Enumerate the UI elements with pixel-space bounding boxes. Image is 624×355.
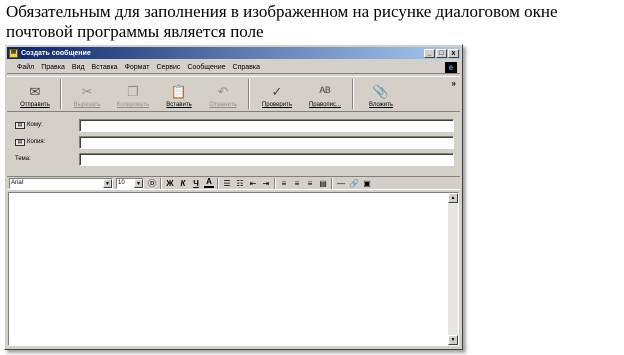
copy-icon: ❐ <box>127 84 139 99</box>
underline-button[interactable]: Ч <box>191 179 201 188</box>
send-icon: ✉ <box>29 84 41 99</box>
message-body[interactable]: ▲ ▼ <box>8 192 459 346</box>
spelling-label: Правопис... <box>308 102 342 108</box>
insert-picture-icon[interactable]: ▣ <box>362 179 372 188</box>
format-separator <box>217 177 219 189</box>
copy-label: Копировать <box>116 102 150 108</box>
paste-icon: 📋 <box>170 84 188 99</box>
cut-icon: ✂ <box>81 84 93 99</box>
toolbar: ✉ Отправить ✂ Вырезать ❐ Копировать 📋 Вс… <box>7 76 460 112</box>
font-value: Arial <box>11 180 24 186</box>
font-color-button[interactable]: А <box>204 178 214 188</box>
menu-view[interactable]: Вид <box>72 64 85 71</box>
header-fields: ▤ Кому: ▤ Копия: Тема: <box>15 118 454 169</box>
menu-tools[interactable]: Сервис <box>156 64 180 71</box>
font-select[interactable]: Arial ▼ <box>9 177 113 189</box>
menu-edit[interactable]: Правка <box>41 64 65 71</box>
check-names-label: Проверить <box>261 102 292 108</box>
undo-icon: ↶ <box>217 84 229 99</box>
spelling-icon: ᴬᴮ <box>319 84 331 99</box>
toolbar-separator <box>248 79 250 109</box>
align-right-icon[interactable]: ≡ <box>305 179 315 188</box>
spelling-button[interactable]: ᴬᴮ Правопис... <box>301 77 349 111</box>
address-book-icon: ▤ <box>15 121 25 129</box>
close-button[interactable]: x <box>448 48 459 58</box>
cc-row: ▤ Копия: <box>15 135 454 149</box>
increase-indent-icon[interactable]: ⇥ <box>261 179 271 188</box>
numbered-list-icon[interactable]: ☰ <box>222 179 232 188</box>
address-book-icon: ▤ <box>15 138 25 146</box>
vertical-scrollbar[interactable]: ▲ ▼ <box>448 193 458 345</box>
cc-field[interactable] <box>79 135 454 149</box>
style-icon[interactable]: Ⓓ <box>147 178 157 189</box>
attach-button[interactable]: 📎 Вложить <box>357 77 405 111</box>
hyperlink-icon[interactable]: 🔗 <box>349 179 359 188</box>
menu-format[interactable]: Формат <box>125 64 150 71</box>
minimize-button[interactable]: _ <box>424 48 435 58</box>
send-label: Отправить <box>20 102 50 108</box>
compose-window: ✉ Создать сообщение _ □ x Файл Правка Ви… <box>4 44 463 350</box>
to-address-book-button[interactable]: ▤ Кому: <box>15 121 79 129</box>
menu-message[interactable]: Сообщение <box>187 64 225 71</box>
subject-field[interactable] <box>79 152 454 166</box>
to-field[interactable] <box>79 118 454 132</box>
format-separator <box>274 177 276 189</box>
cc-label: Копия: <box>27 139 46 145</box>
to-row: ▤ Кому: <box>15 118 454 132</box>
cut-label: Вырезать <box>73 102 101 108</box>
menu-help[interactable]: Справка <box>233 64 260 71</box>
question-text: Обязательным для заполнения в изображенн… <box>6 2 558 41</box>
bullet-list-icon[interactable]: ☷ <box>235 179 245 188</box>
subject-row: Тема: <box>15 152 454 166</box>
undo-label: Отменить <box>209 102 237 108</box>
font-size-select[interactable]: 10 ▼ <box>116 177 144 189</box>
undo-button[interactable]: ↶ Отменить <box>201 77 245 111</box>
attach-label: Вложить <box>368 102 394 108</box>
menu-insert[interactable]: Вставка <box>92 64 118 71</box>
chevron-down-icon[interactable]: ▼ <box>134 178 143 188</box>
cut-button[interactable]: ✂ Вырезать <box>65 77 109 111</box>
toolbar-separator <box>352 79 354 109</box>
bold-button[interactable]: Ж <box>165 179 175 188</box>
maximize-button[interactable]: □ <box>436 48 447 58</box>
check-names-icon: ✓ <box>271 84 283 99</box>
justify-icon[interactable]: ▤ <box>318 179 328 188</box>
windows-logo-icon: e <box>445 62 457 73</box>
copy-button[interactable]: ❐ Копировать <box>109 77 157 111</box>
chevron-down-icon[interactable]: ▼ <box>103 178 112 188</box>
subject-label-wrap: Тема: <box>15 156 79 162</box>
align-left-icon[interactable]: ≡ <box>279 179 289 188</box>
menu-bar: Файл Правка Вид Вставка Формат Сервис Со… <box>7 61 460 74</box>
attach-icon: 📎 <box>372 84 390 99</box>
subject-label: Тема: <box>15 156 31 162</box>
to-label: Кому: <box>27 122 43 128</box>
toolbar-separator <box>60 79 62 109</box>
scroll-down-icon[interactable]: ▼ <box>448 335 458 345</box>
menu-file[interactable]: Файл <box>17 64 34 71</box>
title-bar: ✉ Создать сообщение _ □ x <box>7 47 460 59</box>
formatting-toolbar: Arial ▼ 10 ▼ Ⓓ Ж К Ч А ☰ ☷ ⇤ ⇥ ≡ ≡ ≡ ▤ —… <box>7 176 460 190</box>
format-separator <box>160 177 162 189</box>
send-button[interactable]: ✉ Отправить <box>13 77 57 111</box>
horizontal-line-icon[interactable]: — <box>336 179 346 188</box>
scroll-up-icon[interactable]: ▲ <box>448 193 458 203</box>
font-size-value: 10 <box>118 180 125 186</box>
italic-button[interactable]: К <box>178 179 188 188</box>
format-separator <box>331 177 333 189</box>
toolbar-overflow-icon[interactable]: » <box>452 79 456 88</box>
paste-label: Вставить <box>166 102 192 108</box>
paste-button[interactable]: 📋 Вставить <box>157 77 201 111</box>
decrease-indent-icon[interactable]: ⇤ <box>248 179 258 188</box>
cc-address-book-button[interactable]: ▤ Копия: <box>15 138 79 146</box>
envelope-icon: ✉ <box>9 48 18 58</box>
align-center-icon[interactable]: ≡ <box>292 179 302 188</box>
check-names-button[interactable]: ✓ Проверить <box>253 77 301 111</box>
window-title: Создать сообщение <box>21 49 91 57</box>
